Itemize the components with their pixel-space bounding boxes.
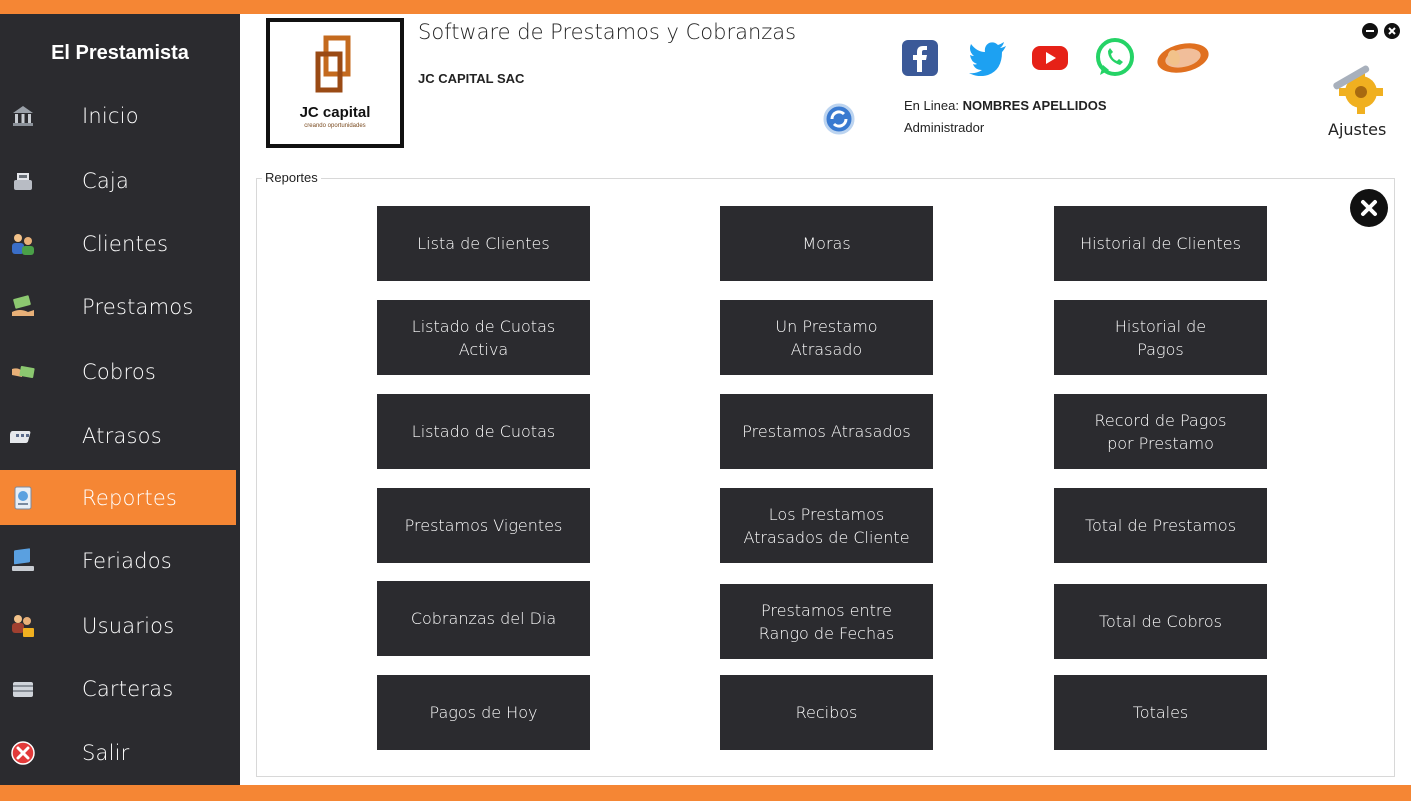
logo-tagline: creando oportunidades <box>304 123 366 129</box>
sidebar-item-carteras[interactable]: Carteras <box>0 661 236 716</box>
minimize-button[interactable] <box>1362 23 1378 39</box>
clients-icon <box>10 231 36 257</box>
sidebar-item-caja[interactable]: Caja <box>0 153 236 208</box>
brand-title: El Prestamista <box>51 42 189 64</box>
money-receive-icon <box>10 359 36 385</box>
app-title: Software de Prestamos y Cobranzas <box>418 20 797 44</box>
sidebar-item-atrasos[interactable]: Atrasos <box>0 408 236 463</box>
gear-icon <box>1333 65 1383 114</box>
sidebar-item-label: Inicio <box>82 103 139 128</box>
sidebar-item-label: Carteras <box>82 676 174 701</box>
sidebar: El Prestamista Inicio Caja Clientes Pres… <box>0 14 240 785</box>
online-label: En Linea: <box>904 98 959 113</box>
calendar-icon <box>10 423 36 449</box>
report-button-historial-pagos[interactable]: Historial de Pagos <box>1054 300 1267 375</box>
report-button-total-prestamos[interactable]: Total de Prestamos <box>1054 488 1267 563</box>
sidebar-item-feriados[interactable]: Feriados <box>0 533 236 588</box>
sidebar-item-label: Reportes <box>82 485 178 510</box>
report-button-record-pagos[interactable]: Record de Pagos por Prestamo <box>1054 394 1267 469</box>
users-lock-icon <box>10 613 36 639</box>
youtube-button[interactable] <box>1028 38 1072 78</box>
sidebar-item-label: Clientes <box>82 231 169 256</box>
online-user: NOMBRES APELLIDOS <box>962 98 1107 113</box>
report-button-totales[interactable]: Totales <box>1054 675 1267 750</box>
sidebar-item-inicio[interactable]: Inicio <box>0 88 236 143</box>
sidebar-item-usuarios[interactable]: Usuarios <box>0 598 236 653</box>
report-button-lista-clientes[interactable]: Lista de Clientes <box>377 206 590 281</box>
facebook-button[interactable] <box>898 38 942 78</box>
sidebar-item-clientes[interactable]: Clientes <box>0 216 236 271</box>
bottom-accent-bar <box>0 785 1411 801</box>
exit-icon <box>10 740 36 766</box>
report-button-historial-clientes[interactable]: Historial de Clientes <box>1054 206 1267 281</box>
sidebar-item-label: Atrasos <box>82 423 162 448</box>
refresh-button[interactable] <box>822 102 856 136</box>
cash-register-icon <box>10 168 36 194</box>
window-close-button[interactable] <box>1384 23 1400 39</box>
twitter-button[interactable] <box>966 38 1010 78</box>
sidebar-item-label: Caja <box>82 168 130 193</box>
sidebar-item-label: Feriados <box>82 548 172 573</box>
twitter-icon <box>969 42 1006 76</box>
whatsapp-button[interactable] <box>1093 38 1137 78</box>
sidebar-item-salir[interactable]: Salir <box>0 725 236 780</box>
settings-label: Ajustes <box>1328 120 1387 139</box>
user-role: Administrador <box>904 120 985 135</box>
report-button-moras[interactable]: Moras <box>720 206 933 281</box>
youtube-icon <box>1032 46 1068 70</box>
logo-text: JC capital <box>299 104 371 121</box>
report-button-listado-cuotas[interactable]: Listado de Cuotas <box>377 394 590 469</box>
close-icon <box>1388 27 1396 35</box>
close-reports-button[interactable] <box>1350 189 1388 227</box>
reports-group-label: Reportes <box>262 170 321 185</box>
facebook-icon <box>902 40 938 76</box>
mouse-button[interactable] <box>1153 38 1213 78</box>
whatsapp-icon <box>1096 38 1134 76</box>
money-hand-icon <box>10 294 36 320</box>
refresh-icon <box>823 103 855 135</box>
sidebar-item-label: Prestamos <box>82 294 194 319</box>
wallet-icon <box>10 676 36 702</box>
report-button-atrasados-cliente[interactable]: Los Prestamos Atrasados de Cliente <box>720 488 933 563</box>
sidebar-item-prestamos[interactable]: Prestamos <box>0 279 236 334</box>
mouse-icon <box>1157 43 1209 73</box>
minimize-icon <box>1366 30 1374 32</box>
report-button-prestamos-atrasados[interactable]: Prestamos Atrasados <box>720 394 933 469</box>
online-status: En Linea: NOMBRES APELLIDOS <box>904 98 1107 113</box>
sidebar-item-reportes[interactable]: Reportes <box>0 470 236 525</box>
report-icon <box>10 485 36 511</box>
report-button-prestamo-atrasado[interactable]: Un Prestamo Atrasado <box>720 300 933 375</box>
sidebar-item-cobros[interactable]: Cobros <box>0 344 236 399</box>
settings-button[interactable] <box>1327 60 1389 114</box>
sidebar-item-label: Cobros <box>82 359 157 384</box>
close-icon <box>1361 200 1377 216</box>
report-button-rango-fechas[interactable]: Prestamos entre Rango de Fechas <box>720 584 933 659</box>
computer-icon <box>10 547 36 574</box>
company-logo: JC capital creando oportunidades <box>266 18 404 148</box>
sidebar-item-label: Salir <box>82 740 130 765</box>
company-name: JC CAPITAL SAC <box>418 71 525 86</box>
report-button-recibos[interactable]: Recibos <box>720 675 933 750</box>
report-button-total-cobros[interactable]: Total de Cobros <box>1054 584 1267 659</box>
report-button-prestamos-vigentes[interactable]: Prestamos Vigentes <box>377 488 590 563</box>
report-button-cuotas-activa[interactable]: Listado de Cuotas Activa <box>377 300 590 375</box>
sidebar-item-label: Usuarios <box>82 613 175 638</box>
report-button-pagos-hoy[interactable]: Pagos de Hoy <box>377 675 590 750</box>
report-button-cobranzas-dia[interactable]: Cobranzas del Dia <box>377 581 590 656</box>
top-accent-bar <box>0 0 1411 14</box>
bank-icon <box>10 103 36 129</box>
